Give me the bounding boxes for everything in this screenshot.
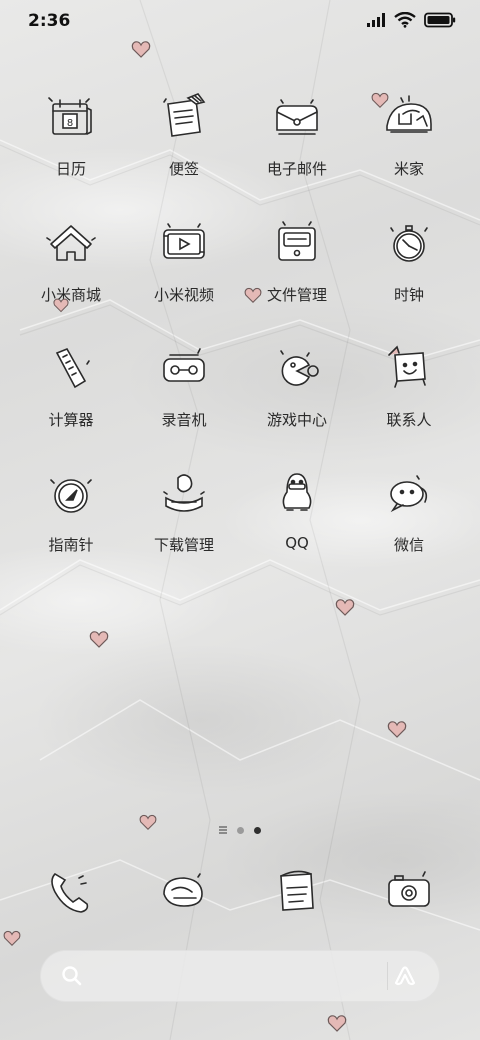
calculator-icon	[55, 347, 90, 389]
heart-decoration	[3, 930, 21, 947]
contacts-icon	[388, 345, 426, 388]
heart-decoration	[89, 631, 109, 648]
app-label: 日历	[55, 160, 86, 178]
downloads-icon	[163, 474, 205, 512]
app-label: 下载管理	[153, 536, 214, 554]
heart-decoration	[387, 721, 407, 738]
app-label: 电子邮件	[266, 160, 327, 178]
wechat-icon	[390, 475, 428, 513]
page-dot-current[interactable]	[254, 826, 261, 834]
app-calculator[interactable]: 计算器	[15, 337, 127, 447]
search-divider	[387, 962, 388, 990]
signal-icon	[367, 13, 385, 27]
app-label: 微信	[393, 536, 424, 554]
calendar-day-number: 8	[67, 118, 73, 129]
heart-decoration	[131, 41, 151, 58]
dock-phone[interactable]	[15, 860, 127, 930]
page-list-icon[interactable]	[219, 826, 227, 834]
app-wechat[interactable]: 微信	[353, 462, 465, 572]
app-label: 时钟	[393, 286, 424, 304]
calendar-icon: 8	[48, 97, 92, 135]
clock-icon	[390, 225, 428, 262]
page-indicator	[0, 822, 480, 838]
heart-decoration	[244, 287, 262, 304]
qq-icon	[282, 473, 312, 511]
app-compass[interactable]: 指南针	[15, 462, 127, 572]
app-game-center[interactable]: 游戏中心	[241, 337, 353, 447]
app-label: 指南针	[48, 536, 94, 554]
app-label: 联系人	[386, 411, 432, 429]
status-bar: 2:36	[0, 0, 480, 44]
app-label: 便签	[168, 160, 199, 178]
email-icon	[276, 99, 318, 135]
dock	[0, 860, 480, 930]
mi-store-icon	[46, 225, 96, 261]
app-file-manager[interactable]: 文件管理	[241, 212, 353, 322]
heart-decoration	[139, 814, 157, 831]
dock-camera[interactable]	[353, 860, 465, 930]
dock-messages[interactable]	[128, 860, 240, 930]
status-time: 2:36	[28, 11, 71, 31]
wifi-icon	[394, 12, 416, 28]
app-contacts[interactable]: 联系人	[353, 337, 465, 447]
search-bar[interactable]	[40, 950, 440, 1002]
app-label: 米家	[393, 160, 424, 178]
heart-decoration	[335, 599, 355, 616]
assistant-icon[interactable]	[392, 963, 418, 989]
app-email[interactable]: 电子邮件	[241, 86, 353, 196]
app-label: 录音机	[161, 411, 207, 429]
heart-decoration	[371, 92, 389, 109]
recorder-icon	[163, 348, 205, 382]
notes-icon	[163, 93, 206, 137]
app-clock[interactable]: 时钟	[353, 212, 465, 322]
file-manager-icon	[278, 221, 316, 261]
battery-icon	[424, 12, 456, 28]
heart-decoration	[327, 1015, 347, 1032]
app-calendar[interactable]: 8 日历	[15, 86, 127, 196]
phone-icon	[51, 872, 89, 913]
browser-icon	[280, 870, 314, 911]
app-video[interactable]: 小米视频	[128, 212, 240, 322]
app-label: 小米商城	[40, 286, 101, 304]
camera-icon	[388, 871, 430, 907]
compass-icon	[50, 479, 92, 513]
page-dot[interactable]	[237, 826, 244, 834]
video-icon	[163, 223, 205, 259]
app-label: 小米视频	[153, 286, 214, 304]
app-downloads[interactable]: 下载管理	[128, 462, 240, 572]
game-center-icon	[280, 350, 319, 386]
app-label: 游戏中心	[266, 411, 327, 429]
app-qq[interactable]: QQ	[241, 462, 353, 572]
app-label: QQ	[285, 534, 309, 552]
heart-decoration	[53, 298, 69, 313]
dock-browser[interactable]	[241, 860, 353, 930]
app-mi-store[interactable]: 小米商城	[15, 212, 127, 322]
app-recorder[interactable]: 录音机	[128, 337, 240, 447]
app-label: 计算器	[48, 411, 94, 429]
search-icon[interactable]	[60, 964, 84, 988]
messages-icon	[163, 873, 203, 907]
app-notes[interactable]: 便签	[128, 86, 240, 196]
